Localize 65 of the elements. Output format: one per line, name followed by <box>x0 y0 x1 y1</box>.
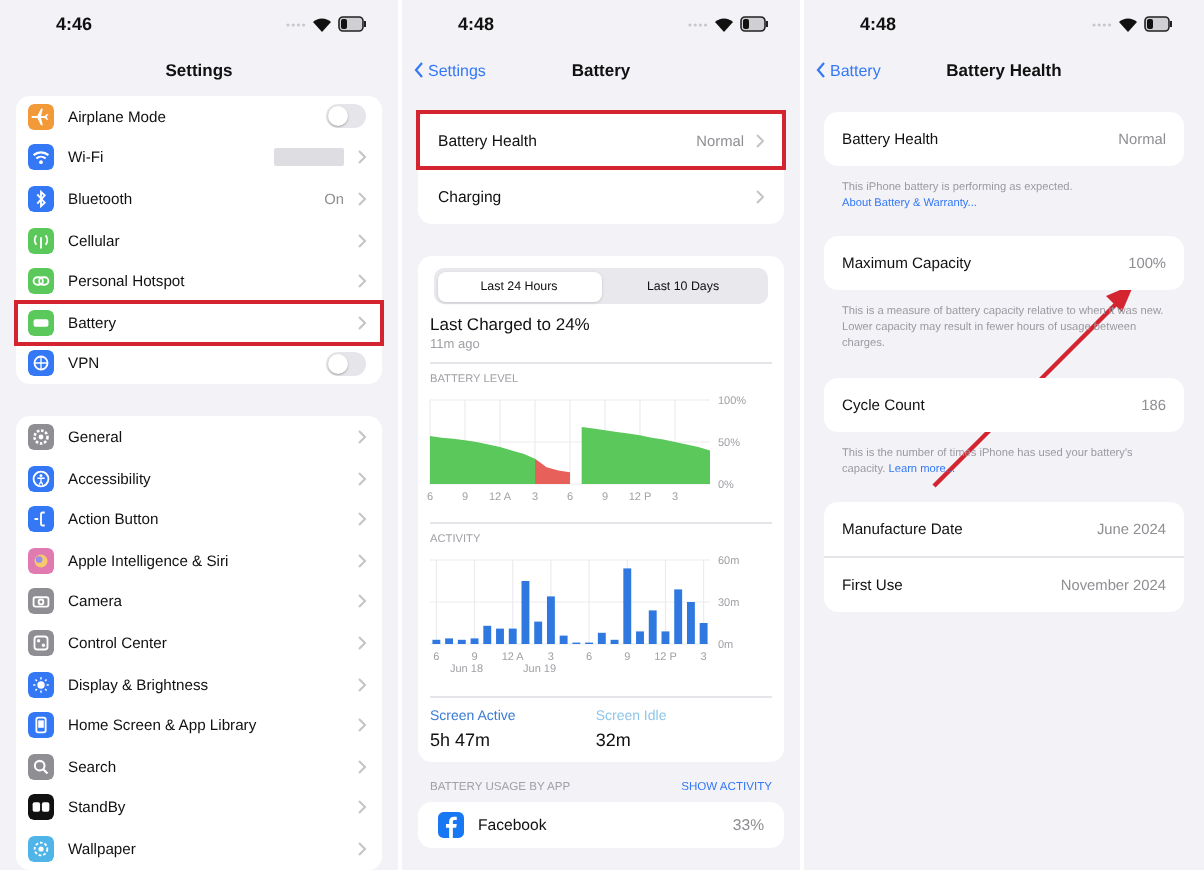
activity-bar <box>470 638 479 644</box>
chevron-icon <box>358 718 366 733</box>
last-charged-text: Last Charged to 24% <box>430 314 592 334</box>
chevron-icon <box>358 274 366 289</box>
chevron-icon <box>358 553 366 568</box>
activity-bar <box>559 635 568 644</box>
activity-bar <box>445 638 454 644</box>
wifi-icon <box>714 16 734 32</box>
screen-title: Battery Health <box>946 60 1062 80</box>
chevron-icon <box>358 315 366 330</box>
chevron-icon <box>358 512 366 527</box>
app-icon <box>438 812 464 838</box>
chevron-icon <box>358 635 366 650</box>
activity-bar <box>636 631 644 644</box>
activity-bar <box>686 602 695 644</box>
chevron-icon <box>756 133 764 147</box>
activity-bar <box>610 639 619 644</box>
activity-bar <box>546 596 555 644</box>
chevron-icon <box>358 841 366 856</box>
signal-icon <box>1092 21 1112 27</box>
screen-title: Settings <box>165 60 233 80</box>
area-series <box>581 426 710 484</box>
chevron-icon <box>358 191 366 206</box>
screen-title: Battery <box>571 60 631 80</box>
activity-bar <box>623 568 632 644</box>
chevron-icon <box>358 429 366 444</box>
toggle-switch[interactable] <box>326 351 366 376</box>
redacted-block <box>274 148 344 167</box>
back-button[interactable]: Settings <box>414 61 486 79</box>
chevron-icon <box>358 233 366 248</box>
stat-value: 5h 47m <box>430 730 493 750</box>
chevron-icon <box>358 759 366 774</box>
back-button[interactable]: Battery <box>816 61 881 79</box>
stat-value: 32m <box>595 730 633 750</box>
chevron-left-icon <box>414 62 424 78</box>
activity-bar <box>457 639 466 644</box>
signal-icon <box>286 21 306 27</box>
activity-bar <box>661 631 670 644</box>
activity-bar <box>534 621 543 644</box>
activity-bar <box>597 632 606 644</box>
chevron-icon <box>358 150 366 165</box>
activity-bar <box>496 628 504 644</box>
signal-icon <box>688 21 708 27</box>
activity-bar <box>483 625 492 644</box>
battery-icon <box>338 16 366 32</box>
status-time: 4:46 <box>56 14 93 34</box>
activity-bar <box>508 628 517 644</box>
activity-bar <box>432 639 441 644</box>
activity-bar <box>674 589 683 644</box>
chevron-left-icon <box>816 62 826 78</box>
battery-icon <box>740 16 768 32</box>
battery-icon <box>1144 16 1172 32</box>
wifi-icon <box>312 16 332 32</box>
toggle-switch[interactable] <box>326 104 366 129</box>
status-time: 4:48 <box>458 14 495 34</box>
wifi-icon <box>1118 16 1138 32</box>
chevron-icon <box>358 471 366 486</box>
activity-bar <box>521 581 530 644</box>
chevron-icon <box>358 800 366 815</box>
chevron-icon <box>756 189 764 203</box>
activity-bar <box>648 610 657 644</box>
activity-bar <box>699 623 708 644</box>
chevron-icon <box>358 677 366 692</box>
chevron-icon <box>358 594 366 609</box>
status-time: 4:48 <box>860 14 897 34</box>
